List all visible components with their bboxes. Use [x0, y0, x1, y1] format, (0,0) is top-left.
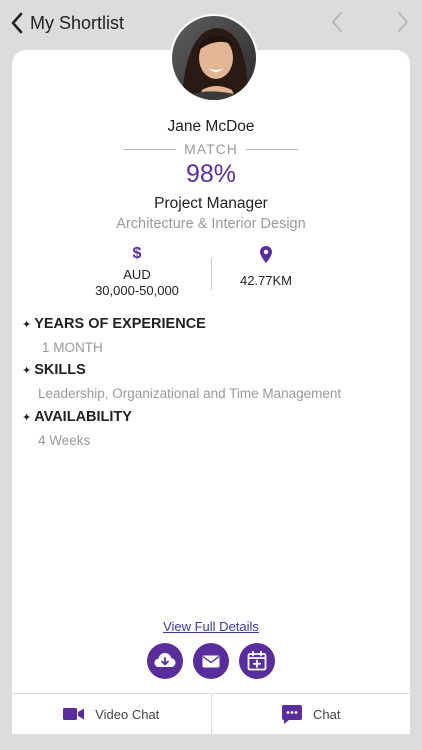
skills-heading: ✦ SKILLS — [22, 362, 86, 378]
cloud-download-icon — [154, 653, 176, 667]
sparkle-icon: ✦ — [22, 411, 32, 424]
match-percentage: 98% — [185, 160, 237, 188]
salary-currency: AUD — [123, 267, 151, 282]
sparkle-icon: ✦ — [22, 364, 32, 377]
chat-bubble-icon — [282, 704, 303, 724]
video-camera-icon — [63, 708, 85, 720]
distance-value: 42.77KM — [239, 273, 293, 288]
back-button[interactable]: My Shortlist — [10, 10, 124, 36]
previous-candidate-icon[interactable] — [330, 11, 344, 33]
industry: Architecture & Interior Design — [116, 216, 306, 232]
video-chat-button[interactable]: Video Chat — [12, 694, 211, 734]
avatar-photo — [172, 16, 256, 100]
calendar-add-icon — [247, 651, 267, 671]
next-candidate-icon[interactable] — [396, 11, 410, 33]
chevron-left-icon — [11, 12, 23, 34]
experience-title: YEARS OF EXPERIENCE — [34, 316, 206, 332]
availability-heading: ✦ AVAILABILITY — [22, 409, 132, 425]
distance-stat: 42.77KM — [220, 245, 312, 289]
availability-value: 4 Weeks — [38, 433, 91, 448]
availability-title: AVAILABILITY — [34, 409, 132, 425]
schedule-button[interactable] — [239, 643, 275, 679]
job-title: Project Manager — [154, 195, 268, 212]
email-button[interactable] — [193, 643, 229, 679]
skills-value: Leadership, Organizational and Time Mana… — [38, 386, 342, 401]
dollar-icon: $ — [132, 245, 142, 262]
divider-line — [124, 148, 176, 150]
match-label: MATCH — [184, 141, 238, 157]
candidate-name: Jane McDoe — [167, 118, 255, 135]
mail-icon — [202, 655, 220, 667]
sparkle-icon: ✦ — [22, 318, 32, 331]
stats-divider — [211, 258, 212, 290]
experience-heading: ✦ YEARS OF EXPERIENCE — [22, 316, 206, 332]
avatar — [170, 14, 258, 102]
bottom-action-bar: Video Chat Chat — [12, 693, 410, 734]
video-chat-label: Video Chat — [95, 706, 160, 722]
salary-stat: $ AUD 30,000-50,000 — [72, 245, 202, 299]
salary-range: 30,000-50,000 — [95, 283, 179, 298]
location-pin-icon — [260, 245, 272, 263]
chat-button[interactable]: Chat — [210, 694, 411, 734]
divider-line — [245, 148, 298, 150]
match-row: MATCH — [124, 140, 298, 158]
skills-title: SKILLS — [34, 362, 86, 378]
chat-label: Chat — [313, 706, 341, 722]
experience-value: 1 MONTH — [42, 340, 103, 355]
download-button[interactable] — [147, 643, 183, 679]
view-full-details-link[interactable]: View Full Details — [12, 619, 410, 634]
back-label: My Shortlist — [30, 12, 125, 33]
